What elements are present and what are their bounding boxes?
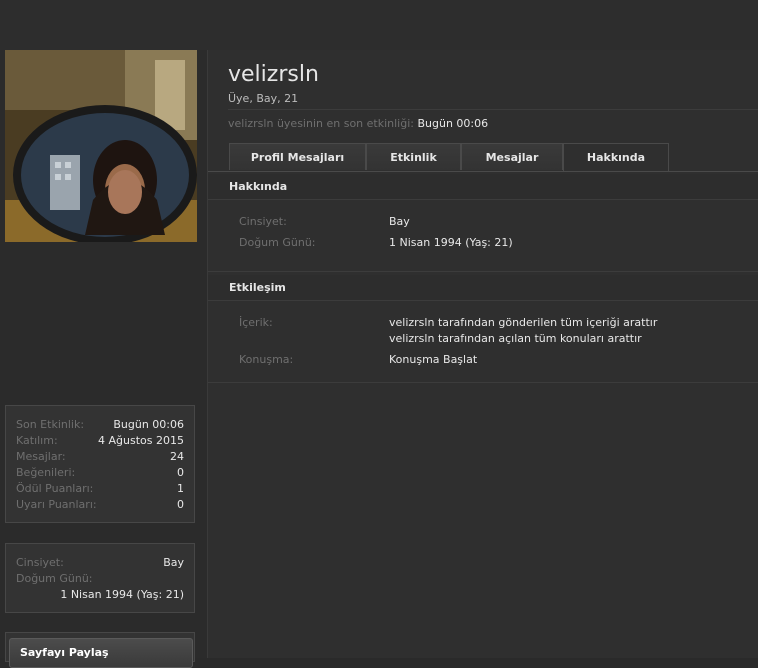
about-section-title: Hakkında bbox=[208, 174, 758, 200]
tab-about[interactable]: Hakkında bbox=[563, 143, 669, 172]
stat-row: Mesajlar: 24 bbox=[6, 449, 194, 465]
tab-activity[interactable]: Etkinlik bbox=[366, 143, 461, 170]
divider bbox=[208, 271, 758, 272]
about-gender-label: Cinsiyet: bbox=[239, 215, 287, 228]
stat-label: Mesajlar: bbox=[16, 450, 66, 463]
user-subtitle: Üye, Bay, 21 bbox=[228, 92, 299, 105]
stat-label: Beğenileri: bbox=[16, 466, 76, 479]
stat-value: 24 bbox=[170, 450, 184, 463]
tab-posts[interactable]: Mesajlar bbox=[461, 143, 563, 170]
info-birthday-value-row: 1 Nisan 1994 (Yaş: 21) bbox=[6, 587, 194, 603]
info-gender-row: Cinsiyet: Bay bbox=[6, 555, 194, 571]
stat-label: Ödül Puanları: bbox=[16, 482, 94, 495]
last-activity-value: Bugün 00:06 bbox=[417, 117, 489, 130]
stat-label: Uyarı Puanları: bbox=[16, 498, 97, 511]
main-content: velizrsln Üye, Bay, 21 velizrsln üyesini… bbox=[207, 50, 758, 658]
page-title: velizrsln bbox=[228, 62, 319, 87]
share-page-button[interactable]: Sayfayı Paylaş bbox=[9, 638, 193, 668]
tab-profile-posts[interactable]: Profil Mesajları bbox=[229, 143, 366, 170]
stat-label: Son Etkinlik: bbox=[16, 418, 85, 431]
stat-row: Ödül Puanları: 1 bbox=[6, 481, 194, 497]
divider bbox=[228, 109, 758, 110]
about-birthday-label: Doğum Günü: bbox=[239, 236, 316, 249]
avatar-photo bbox=[5, 50, 197, 242]
search-content-link[interactable]: velizrsln tarafından gönderilen tüm içer… bbox=[389, 316, 657, 329]
stat-value: 0 bbox=[177, 498, 184, 511]
search-threads-link[interactable]: velizrsln tarafından açılan tüm konuları… bbox=[389, 332, 642, 345]
stat-value: 1 bbox=[177, 482, 184, 495]
top-bar bbox=[0, 0, 758, 50]
divider bbox=[208, 382, 758, 383]
stat-value: Bugün 00:06 bbox=[113, 418, 184, 431]
start-conversation-link[interactable]: Konuşma Başlat bbox=[389, 353, 477, 366]
interaction-section-title: Etkileşim bbox=[208, 275, 758, 301]
info-panel: Cinsiyet: Bay Doğum Günü: 1 Nisan 1994 (Y… bbox=[5, 543, 195, 613]
birthday-label: Doğum Günü: bbox=[16, 572, 93, 585]
stat-value: 0 bbox=[177, 466, 184, 479]
last-activity-label: velizrsln üyesinin en son etkinliği: bbox=[228, 117, 414, 130]
about-birthday-value: 1 Nisan 1994 (Yaş: 21) bbox=[389, 236, 513, 249]
content-label: İçerik: bbox=[239, 316, 273, 329]
stat-row: Son Etkinlik: Bugün 00:06 bbox=[6, 417, 194, 433]
birthday-value: 1 Nisan 1994 (Yaş: 21) bbox=[60, 588, 184, 601]
last-activity: velizrsln üyesinin en son etkinliği: Bug… bbox=[228, 117, 488, 130]
stats-panel: Son Etkinlik: Bugün 00:06 Katılım: 4 Ağust… bbox=[5, 405, 195, 523]
stat-row: Beğenileri: 0 bbox=[6, 465, 194, 481]
about-gender-value: Bay bbox=[389, 215, 410, 228]
avatar[interactable] bbox=[5, 50, 197, 242]
conversation-label: Konuşma: bbox=[239, 353, 294, 366]
gender-value: Bay bbox=[163, 556, 184, 569]
info-birthday-row: Doğum Günü: bbox=[6, 571, 194, 587]
tab-underline bbox=[208, 171, 758, 172]
stat-value: 4 Ağustos 2015 bbox=[98, 434, 184, 447]
stat-label: Katılım: bbox=[16, 434, 58, 447]
stat-row: Katılım: 4 Ağustos 2015 bbox=[6, 433, 194, 449]
gender-label: Cinsiyet: bbox=[16, 556, 64, 569]
stat-row: Uyarı Puanları: 0 bbox=[6, 497, 194, 513]
